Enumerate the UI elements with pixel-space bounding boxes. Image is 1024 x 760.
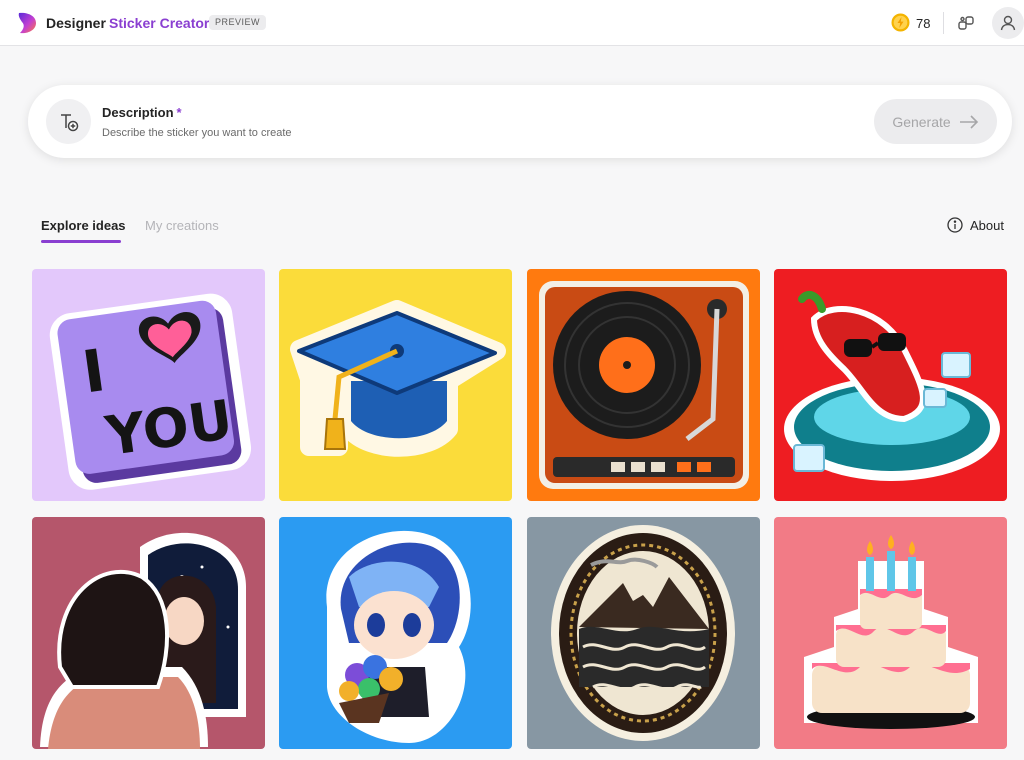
preview-badge: PREVIEW: [209, 15, 267, 30]
anime-boy-sticker-image: [326, 530, 471, 743]
account-icon: [1000, 15, 1016, 31]
required-mark: *: [176, 105, 182, 120]
description-input[interactable]: [102, 125, 702, 141]
top-bar: Designer Sticker Creator PREVIEW 78: [0, 0, 1024, 46]
product-name[interactable]: Sticker Creator: [109, 15, 209, 31]
designer-logo-icon[interactable]: [16, 11, 38, 35]
tab-explore-ideas[interactable]: Explore ideas: [41, 218, 126, 233]
coin-count[interactable]: 78: [916, 16, 930, 31]
chili-pool-sticker-image: [784, 290, 1000, 481]
generate-button[interactable]: Generate: [874, 99, 997, 144]
account-button[interactable]: [992, 7, 1024, 39]
arrow-right-icon: [959, 114, 978, 129]
sticker-card-turntable[interactable]: [527, 269, 760, 501]
generate-label: Generate: [892, 113, 951, 130]
sticker-card-anime-boy[interactable]: [279, 517, 512, 749]
brand-name[interactable]: Designer: [46, 15, 106, 31]
birthday-cake-sticker-image: [804, 535, 978, 729]
graduation-cap-sticker-image: [290, 300, 506, 457]
sticker-card-girl-mirror[interactable]: [32, 517, 265, 749]
sticker-card-chili-pool[interactable]: [774, 269, 1007, 501]
coin-icon[interactable]: [891, 13, 910, 32]
girl-mirror-sticker-image: [40, 532, 246, 749]
mountain-medallion-sticker-image: [551, 525, 735, 741]
about-link[interactable]: About: [947, 217, 1004, 233]
about-label: About: [970, 217, 1004, 233]
sticker-card-i-love-you[interactable]: I YOU: [32, 269, 265, 501]
share-icon[interactable]: [956, 13, 976, 33]
description-label: Description *: [102, 105, 182, 120]
tab-my-creations[interactable]: My creations: [145, 218, 219, 233]
topbar-divider: [943, 12, 944, 34]
i-love-you-sticker-image: I YOU: [49, 293, 252, 490]
description-card: Description* Generate: [28, 85, 1012, 158]
sticker-card-graduation-cap[interactable]: [279, 269, 512, 501]
info-icon: [947, 217, 963, 233]
sticker-card-birthday-cake[interactable]: [774, 517, 1007, 749]
sticker-card-mountain-medallion[interactable]: [527, 517, 760, 749]
description-label-text: Description: [102, 105, 174, 120]
text-add-icon: [46, 99, 91, 144]
tab-selected-indicator: [41, 240, 121, 243]
turntable-sticker-image: [539, 281, 749, 489]
